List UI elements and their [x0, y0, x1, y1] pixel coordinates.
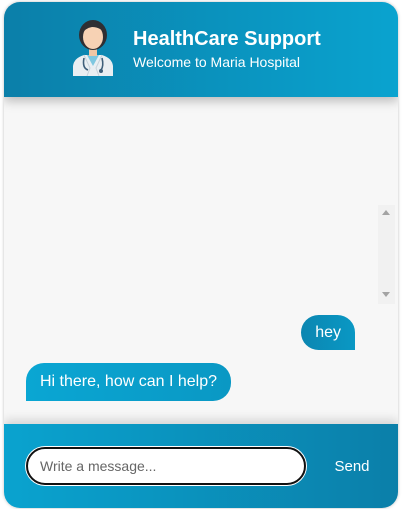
chat-window: HealthCare Support Welcome to Maria Hosp…: [4, 2, 398, 508]
scroll-down-arrow-icon[interactable]: [382, 292, 390, 297]
doctor-avatar-icon: [73, 20, 113, 76]
send-button[interactable]: Send: [318, 447, 386, 485]
header-subtitle: Welcome to Maria Hospital: [133, 54, 301, 70]
chat-header: HealthCare Support Welcome to Maria Hosp…: [4, 2, 398, 97]
message-input[interactable]: [26, 447, 306, 485]
chat-messages[interactable]: hey Hi there, how can I help?: [4, 97, 398, 424]
header-title: HealthCare Support: [133, 28, 321, 50]
chat-footer: Send: [4, 424, 398, 508]
scroll-up-arrow-icon[interactable]: [382, 210, 390, 215]
bot-message-bubble: Hi there, how can I help?: [26, 363, 231, 401]
messages-scrollbar[interactable]: [378, 205, 395, 304]
user-message-bubble: hey: [301, 315, 355, 350]
